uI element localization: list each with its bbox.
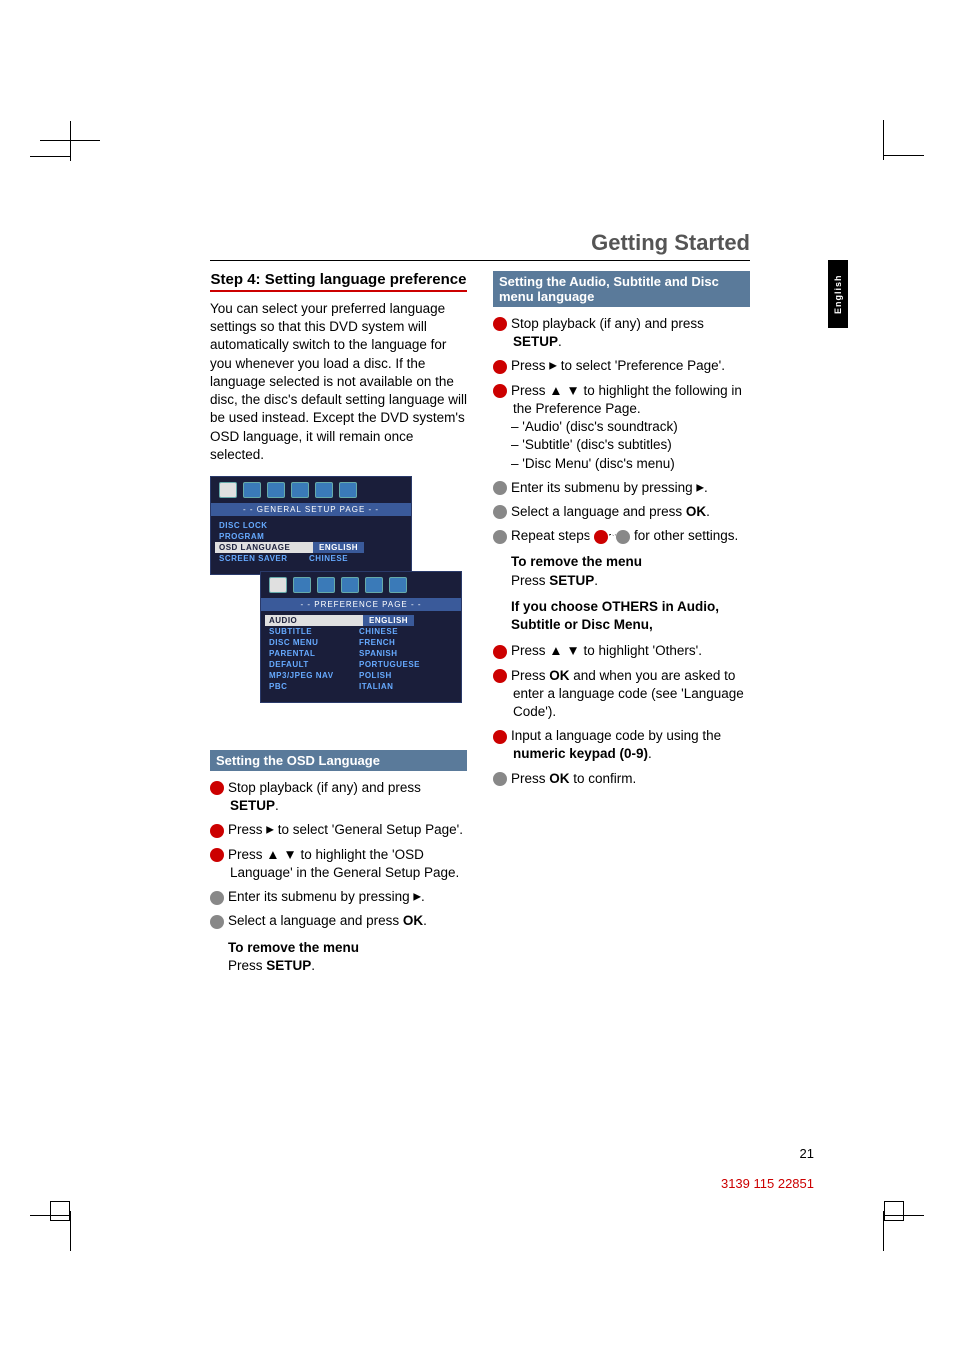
step-number-3-icon: 3 xyxy=(594,530,608,544)
page-number: 21 xyxy=(800,1146,814,1161)
step-item: 3Press ▲ ▼ to highlight the following in… xyxy=(493,382,750,473)
step-number-1-icon: 1 xyxy=(493,317,507,331)
step-item: 3Press ▲ ▼ to highlight the 'OSD Languag… xyxy=(210,846,467,882)
exit-icon xyxy=(339,482,357,498)
remove-menu-block: To remove the menu Press SETUP. xyxy=(511,553,750,589)
step-item: 5Select a language and press OK. xyxy=(210,912,467,930)
step-item: 2Press ▶ to select 'General Setup Page'. xyxy=(210,821,467,839)
step-number-4-icon: 4 xyxy=(493,481,507,495)
tuning-icon xyxy=(317,577,335,593)
step-number-5-icon: 5 xyxy=(493,505,507,519)
step-item: 1Press ▲ ▼ to highlight 'Others'. xyxy=(493,642,750,660)
intro-text: You can select your preferred language s… xyxy=(210,300,467,464)
exit-icon xyxy=(389,577,407,593)
step-number-1-icon: 1 xyxy=(210,781,224,795)
tuning-icon xyxy=(267,482,285,498)
step-item: 1Stop playback (if any) and press SETUP. xyxy=(493,315,750,351)
step-item: 1Stop playback (if any) and press SETUP. xyxy=(210,779,467,815)
step-number-3-icon: 3 xyxy=(493,384,507,398)
lock-icon xyxy=(315,482,333,498)
step-item: 4Enter its submenu by pressing ▶. xyxy=(210,888,467,906)
step-number-4-icon: 4 xyxy=(493,772,507,786)
right-triangle-icon: ▶ xyxy=(696,482,704,493)
eq-icon xyxy=(291,482,309,498)
step-item: 4Press OK to confirm. xyxy=(493,770,750,788)
step-item: 5Select a language and press OK. xyxy=(493,503,750,521)
tv-icon xyxy=(219,482,237,498)
step-item: 6Repeat steps 3~5 for other settings. xyxy=(493,527,750,545)
step-heading: Step 4: Setting language preference xyxy=(210,271,467,292)
eq-icon xyxy=(341,577,359,593)
step-item: 4Enter its submenu by pressing ▶. xyxy=(493,479,750,497)
step-number-3-icon: 3 xyxy=(493,730,507,744)
step-number-2-icon: 2 xyxy=(493,669,507,683)
right-triangle-icon: ▶ xyxy=(266,825,274,836)
speaker-icon xyxy=(293,577,311,593)
subhead-osd-language: Setting the OSD Language xyxy=(210,750,467,771)
step-number-3-icon: 3 xyxy=(210,848,224,862)
step-number-5-icon: 5 xyxy=(616,530,630,544)
step-number-4-icon: 4 xyxy=(210,891,224,905)
step-item: 2Press OK and when you are asked to ente… xyxy=(493,667,750,722)
lock-icon xyxy=(365,577,383,593)
osd-screenshot: - - GENERAL SETUP PAGE - - DISC LOCK PRO… xyxy=(210,476,460,736)
speaker-icon xyxy=(243,482,261,498)
right-triangle-icon: ▶ xyxy=(413,892,421,903)
document-number: 3139 115 22851 xyxy=(721,1176,814,1191)
osd-banner: - - PREFERENCE PAGE - - xyxy=(261,598,461,611)
step-number-6-icon: 6 xyxy=(493,530,507,544)
remove-menu-block: To remove the menu Press SETUP. xyxy=(228,939,467,975)
osd-icon-row xyxy=(261,572,461,598)
step-item: 2Press ▶ to select 'Preference Page'. xyxy=(493,357,750,375)
step-number-1-icon: 1 xyxy=(493,645,507,659)
step-item: 3Input a language code by using the nume… xyxy=(493,727,750,763)
step-number-2-icon: 2 xyxy=(493,360,507,374)
tv-icon xyxy=(269,577,287,593)
osd-general-setup: - - GENERAL SETUP PAGE - - DISC LOCK PRO… xyxy=(210,476,412,575)
osd-icon-row xyxy=(211,477,411,503)
right-triangle-icon: ▶ xyxy=(549,361,557,372)
subhead-audio-subtitle-disc: Setting the Audio, Subtitle and Disc men… xyxy=(493,271,750,307)
osd-banner: - - GENERAL SETUP PAGE - - xyxy=(211,503,411,516)
page-title: Getting Started xyxy=(591,230,750,256)
others-heading: If you choose OTHERS in Audio, Subtitle … xyxy=(511,598,750,634)
step-number-5-icon: 5 xyxy=(210,915,224,929)
step-number-2-icon: 2 xyxy=(210,824,224,838)
osd-preference-page: - - PREFERENCE PAGE - - AUDIOENGLISH SUB… xyxy=(260,571,462,703)
language-tab: English xyxy=(828,260,848,328)
